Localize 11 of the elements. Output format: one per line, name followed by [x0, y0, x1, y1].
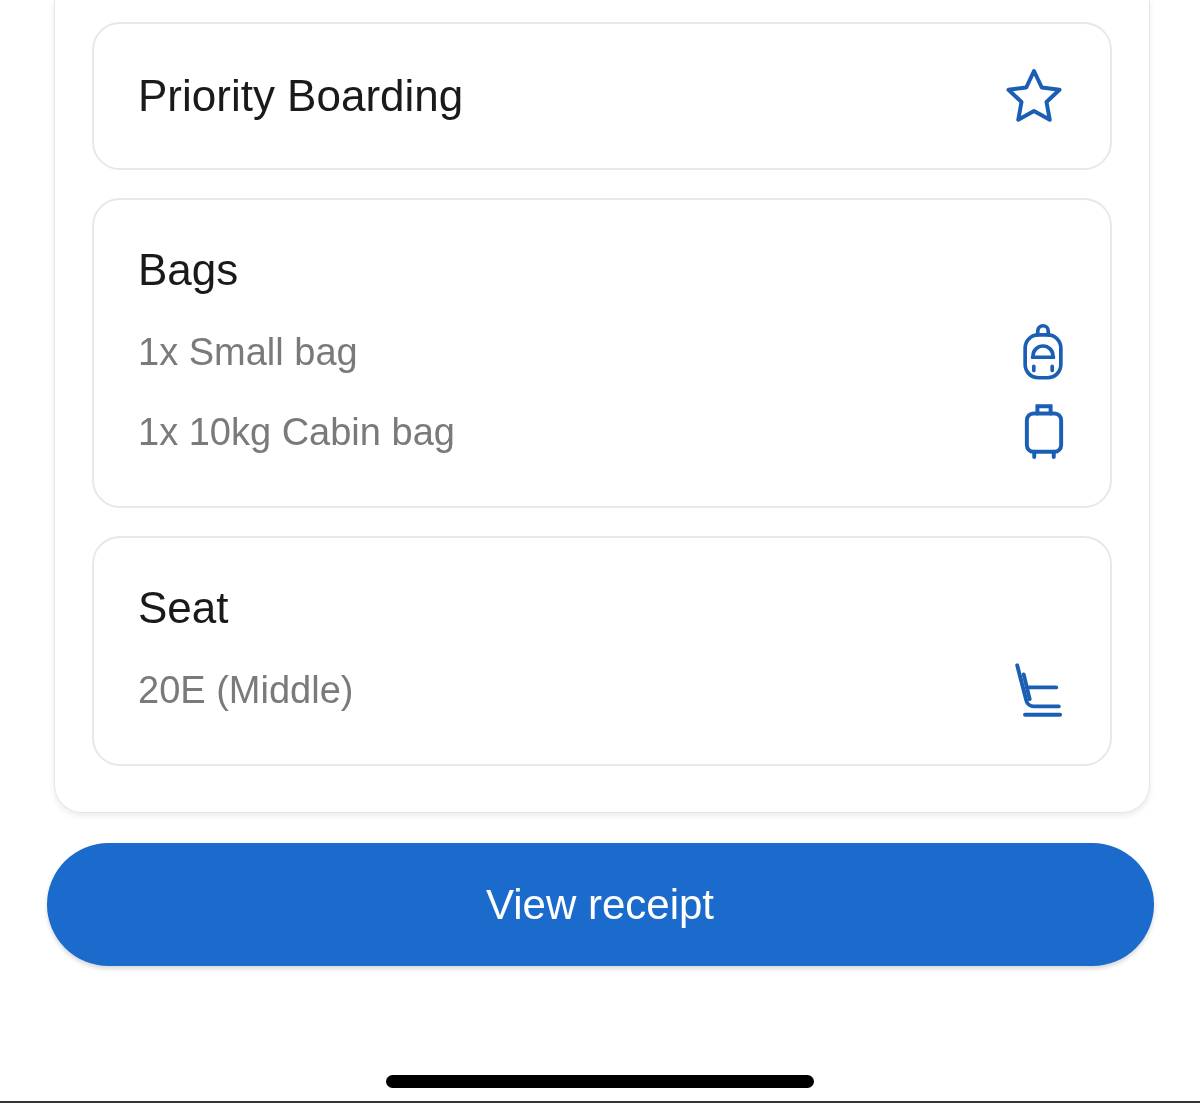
section-title: Seat [138, 582, 229, 634]
suitcase-icon [1024, 403, 1064, 461]
section-title: Priority Boarding [138, 70, 464, 122]
view-receipt-button[interactable]: View receipt [46, 843, 1154, 966]
section-title: Bags [138, 244, 239, 296]
item-text: 1x Small bag [138, 329, 358, 375]
item-text: 20E (Middle) [138, 667, 354, 713]
backpack-icon [1022, 323, 1064, 381]
item-text: 1x 10kg Cabin bag [138, 409, 455, 455]
star-icon [1004, 67, 1064, 125]
seat-icon [1012, 661, 1064, 719]
